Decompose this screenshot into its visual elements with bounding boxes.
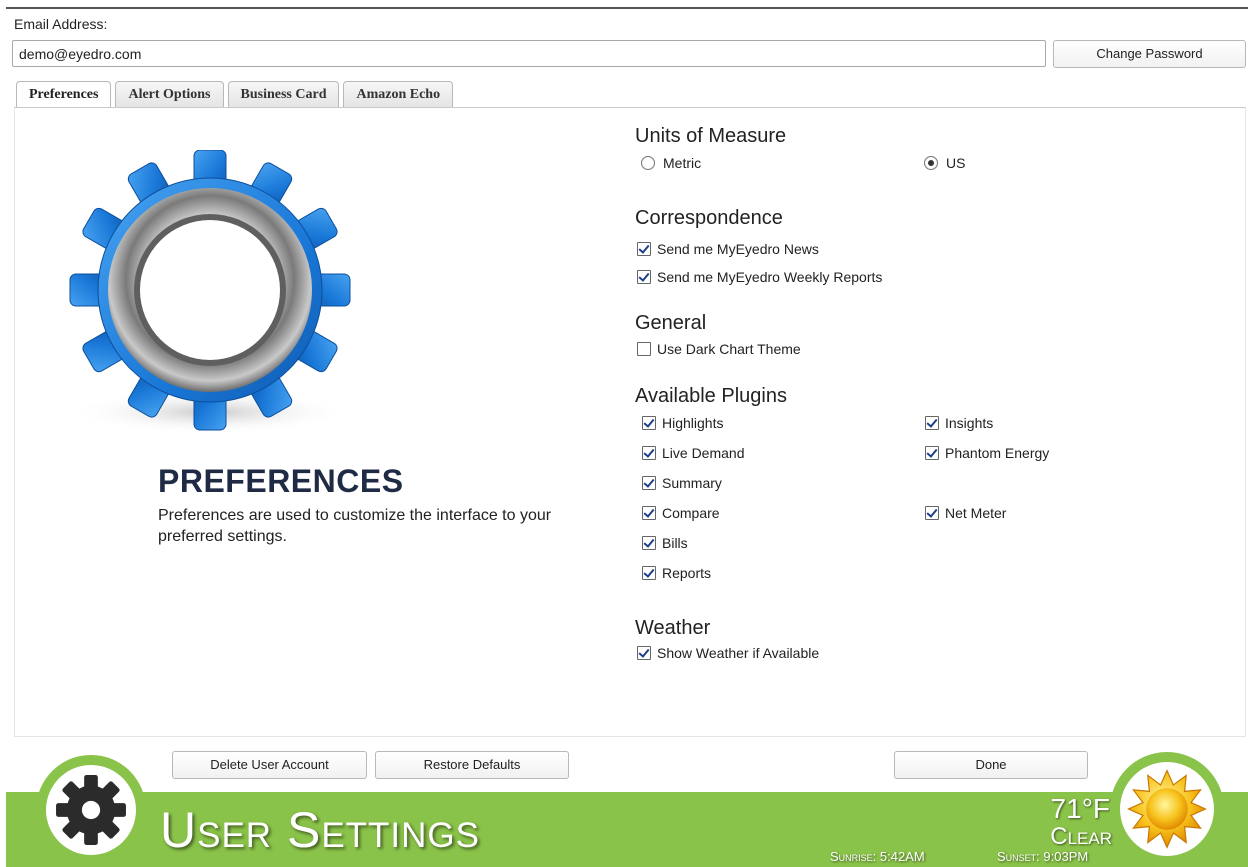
checkbox-news-label: Send me MyEyedro News <box>657 241 819 257</box>
email-field[interactable] <box>12 40 1046 67</box>
checkbox-icon <box>642 416 656 430</box>
plugin-bills[interactable]: Bills <box>642 535 688 551</box>
tab-bar: Preferences Alert Options Business Card … <box>16 81 454 109</box>
us-radio-icon <box>924 156 938 170</box>
weather-heading: Weather <box>635 617 711 639</box>
checkbox-icon <box>637 342 651 356</box>
plugin-reports[interactable]: Reports <box>642 565 711 581</box>
checkbox-icon <box>637 242 651 256</box>
radio-us-label: US <box>946 155 966 171</box>
metric-radio-icon <box>641 156 655 170</box>
checkbox-icon <box>642 536 656 550</box>
sunset-time: Sunset: 9:03PM <box>997 849 1089 864</box>
plugins-heading: Available Plugins <box>635 385 787 407</box>
checkbox-news[interactable]: Send me MyEyedro News <box>637 241 819 257</box>
plugin-live-demand-label: Live Demand <box>662 445 745 461</box>
plugin-summary-label: Summary <box>662 475 722 491</box>
weather-condition: Clear <box>1050 823 1112 850</box>
delete-user-account-button[interactable]: Delete User Account <box>172 751 367 779</box>
plugin-summary[interactable]: Summary <box>642 475 722 491</box>
gear-icon <box>69 150 351 434</box>
checkbox-icon <box>637 270 651 284</box>
checkbox-show-weather-label: Show Weather if Available <box>657 645 820 661</box>
checkbox-icon <box>925 506 939 520</box>
general-heading: General <box>635 312 707 334</box>
correspondence-heading: Correspondence <box>635 207 783 229</box>
checkbox-icon <box>637 646 651 660</box>
change-password-button[interactable]: Change Password <box>1053 40 1246 68</box>
plugin-phantom-energy[interactable]: Phantom Energy <box>925 445 1049 461</box>
checkbox-icon <box>642 566 656 580</box>
plugin-reports-label: Reports <box>662 565 712 581</box>
checkbox-weekly-reports[interactable]: Send me MyEyedro Weekly Reports <box>637 269 882 285</box>
email-label: Email Address: <box>14 16 108 32</box>
checkbox-dark-chart-theme[interactable]: Use Dark Chart Theme <box>637 341 801 357</box>
checkbox-icon <box>642 506 656 520</box>
plugin-live-demand[interactable]: Live Demand <box>642 445 745 461</box>
tab-preferences[interactable]: Preferences <box>16 81 112 109</box>
preferences-description: Preferences are used to customize the in… <box>158 507 552 545</box>
radio-us[interactable]: US <box>924 155 965 171</box>
plugin-insights-label: Insights <box>945 415 994 431</box>
tab-business-card[interactable]: Business Card <box>227 81 340 108</box>
page-title: User Settings <box>160 802 480 858</box>
plugin-net-meter-label: Net Meter <box>945 505 1007 521</box>
tab-alert-options[interactable]: Alert Options <box>115 81 224 108</box>
plugin-net-meter[interactable]: Net Meter <box>925 505 1006 521</box>
settings-gear-icon <box>56 775 126 845</box>
done-button[interactable]: Done <box>894 751 1088 779</box>
checkbox-weekly-reports-label: Send me MyEyedro Weekly Reports <box>657 269 883 285</box>
plugin-bills-label: Bills <box>662 535 688 551</box>
tab-amazon-echo[interactable]: Amazon Echo <box>343 81 454 108</box>
checkbox-icon <box>642 446 656 460</box>
checkbox-icon <box>925 446 939 460</box>
checkbox-dark-chart-theme-label: Use Dark Chart Theme <box>657 341 801 357</box>
plugin-highlights[interactable]: Highlights <box>642 415 723 431</box>
top-divider <box>6 7 1248 9</box>
plugin-compare-label: Compare <box>662 505 720 521</box>
checkbox-icon <box>642 476 656 490</box>
restore-defaults-button[interactable]: Restore Defaults <box>375 751 569 779</box>
preferences-heading: PREFERENCES <box>158 463 404 499</box>
plugin-phantom-energy-label: Phantom Energy <box>945 445 1050 461</box>
radio-metric-label: Metric <box>663 155 702 171</box>
sunrise-time: Sunrise: 5:42AM <box>830 849 925 864</box>
checkbox-icon <box>925 416 939 430</box>
checkbox-show-weather[interactable]: Show Weather if Available <box>637 645 819 661</box>
plugin-compare[interactable]: Compare <box>642 505 720 521</box>
weather-temperature: 71°F <box>1050 793 1110 824</box>
plugin-insights[interactable]: Insights <box>925 415 993 431</box>
plugin-highlights-label: Highlights <box>662 415 724 431</box>
radio-metric[interactable]: Metric <box>641 155 701 171</box>
sun-icon <box>1127 769 1207 849</box>
units-heading: Units of Measure <box>635 125 787 147</box>
